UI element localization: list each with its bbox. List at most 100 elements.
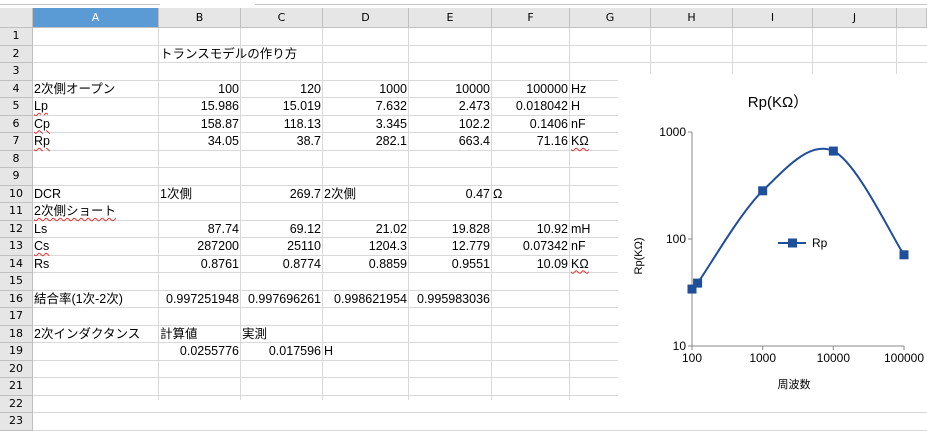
formula-bar[interactable] bbox=[255, 0, 927, 5]
select-all-corner[interactable] bbox=[0, 8, 33, 28]
cell-b19[interactable]: 0.0255776 bbox=[159, 343, 239, 360]
cell-e14[interactable]: 0.9551 bbox=[409, 256, 490, 273]
row-header-13[interactable]: 13 bbox=[0, 238, 33, 256]
cell-d16[interactable]: 0.998621954 bbox=[323, 291, 407, 308]
cell-d12[interactable]: 21.02 bbox=[323, 221, 407, 238]
row-header-20[interactable]: 20 bbox=[0, 360, 33, 378]
cell-g12[interactable]: mH bbox=[571, 221, 590, 238]
cell-b2[interactable]: トランスモデルの作り方 bbox=[160, 46, 297, 63]
cell-d4[interactable]: 1000 bbox=[323, 81, 407, 98]
cell-e13[interactable]: 12.779 bbox=[409, 238, 490, 255]
cell-b13[interactable]: 287200 bbox=[159, 238, 239, 255]
cell-e5[interactable]: 2.473 bbox=[409, 98, 490, 115]
cell-c14[interactable]: 0.8774 bbox=[241, 256, 321, 273]
row-header-21[interactable]: 21 bbox=[0, 378, 33, 396]
col-header-a[interactable]: A bbox=[33, 8, 159, 28]
cell-c6[interactable]: 118.13 bbox=[241, 116, 321, 133]
cell-b7[interactable]: 34.05 bbox=[159, 133, 239, 150]
cell-e7[interactable]: 663.4 bbox=[409, 133, 490, 150]
cell-b14[interactable]: 0.8761 bbox=[159, 256, 239, 273]
col-header-g[interactable]: G bbox=[570, 8, 651, 28]
cell-a10[interactable]: DCR bbox=[34, 186, 61, 203]
col-header-f[interactable]: F bbox=[492, 8, 570, 28]
col-header-e[interactable]: E bbox=[409, 8, 492, 28]
col-header-d[interactable]: D bbox=[323, 8, 409, 28]
cell-d19[interactable]: H bbox=[324, 343, 333, 360]
col-header-k[interactable] bbox=[897, 8, 927, 28]
cell-e10[interactable]: 0.47 bbox=[409, 186, 490, 203]
cell-d10[interactable]: 2次側 bbox=[324, 186, 356, 203]
row-header-19[interactable]: 19 bbox=[0, 343, 33, 361]
row-header-11[interactable]: 11 bbox=[0, 203, 33, 221]
row-header-10[interactable]: 10 bbox=[0, 185, 33, 203]
cell-c12[interactable]: 69.12 bbox=[241, 221, 321, 238]
cell-c7[interactable]: 38.7 bbox=[241, 133, 321, 150]
cell-f14[interactable]: 10.09 bbox=[492, 256, 568, 273]
cell-f7[interactable]: 71.16 bbox=[492, 133, 568, 150]
cell-c19[interactable]: 0.017596 bbox=[241, 343, 321, 360]
row-header-12[interactable]: 12 bbox=[0, 220, 33, 238]
col-header-j[interactable]: J bbox=[813, 8, 897, 28]
row-header-1[interactable]: 1 bbox=[0, 28, 33, 46]
cell-a6[interactable]: Cp bbox=[34, 116, 50, 133]
row-header-23[interactable]: 23 bbox=[0, 413, 33, 431]
row-header-7[interactable]: 7 bbox=[0, 133, 33, 151]
cell-a12[interactable]: Ls bbox=[34, 221, 47, 238]
cell-e12[interactable]: 19.828 bbox=[409, 221, 490, 238]
cell-c16[interactable]: 0.997696261 bbox=[241, 291, 321, 308]
cell-d6[interactable]: 3.345 bbox=[323, 116, 407, 133]
cell-b6[interactable]: 158.87 bbox=[159, 116, 239, 133]
cell-c4[interactable]: 120 bbox=[241, 81, 321, 98]
col-header-i[interactable]: I bbox=[733, 8, 813, 28]
cell-e6[interactable]: 102.2 bbox=[409, 116, 490, 133]
cell-d5[interactable]: 7.632 bbox=[323, 98, 407, 115]
row-header-16[interactable]: 16 bbox=[0, 290, 33, 308]
col-header-h[interactable]: H bbox=[651, 8, 733, 28]
cell-a5[interactable]: Lp bbox=[34, 98, 48, 115]
row-header-18[interactable]: 18 bbox=[0, 325, 33, 343]
cell-e4[interactable]: 10000 bbox=[409, 81, 490, 98]
cell-a16[interactable]: 結合率(1次-2次) bbox=[34, 291, 123, 308]
cell-b4[interactable]: 100 bbox=[159, 81, 239, 98]
row-header-9[interactable]: 9 bbox=[0, 168, 33, 186]
row-header-15[interactable]: 15 bbox=[0, 273, 33, 291]
chart-rp[interactable]: Rp(KΩ） Rp(KΩ) 周波数 100 1000 10000 100000 1000… bbox=[618, 74, 927, 400]
row-header-4[interactable]: 4 bbox=[0, 80, 33, 98]
cell-f13[interactable]: 0.07342 bbox=[492, 238, 568, 255]
cell-g6[interactable]: nF bbox=[571, 116, 586, 133]
cell-a13[interactable]: Cs bbox=[34, 238, 49, 255]
row-header-8[interactable]: 8 bbox=[0, 150, 33, 168]
cell-a7[interactable]: Rp bbox=[34, 133, 50, 150]
row-header-14[interactable]: 14 bbox=[0, 255, 33, 273]
cell-c5[interactable]: 15.019 bbox=[241, 98, 321, 115]
row-header-6[interactable]: 6 bbox=[0, 115, 33, 133]
row-header-17[interactable]: 17 bbox=[0, 308, 33, 326]
cell-f12[interactable]: 10.92 bbox=[492, 221, 568, 238]
cell-a14[interactable]: Rs bbox=[34, 256, 49, 273]
cell-a4[interactable]: 2次側オープン bbox=[34, 81, 115, 98]
cell-f6[interactable]: 0.1406 bbox=[492, 116, 568, 133]
row-header-22[interactable]: 22 bbox=[0, 395, 33, 413]
cell-f10[interactable]: Ω bbox=[493, 186, 502, 203]
cell-g14[interactable]: KΩ bbox=[571, 256, 589, 273]
cell-c13[interactable]: 25110 bbox=[241, 238, 321, 255]
row-header-2[interactable]: 2 bbox=[0, 45, 33, 63]
cell-d13[interactable]: 1204.3 bbox=[323, 238, 407, 255]
cell-g4[interactable]: Hz bbox=[571, 81, 586, 98]
cell-f4[interactable]: 100000 bbox=[492, 81, 568, 98]
cell-b12[interactable]: 87.74 bbox=[159, 221, 239, 238]
cell-c18[interactable]: 実測 bbox=[242, 326, 267, 343]
cell-f5[interactable]: 0.018042 bbox=[492, 98, 568, 115]
cell-b5[interactable]: 15.986 bbox=[159, 98, 239, 115]
cell-g7[interactable]: KΩ bbox=[571, 133, 589, 150]
col-header-b[interactable]: B bbox=[159, 8, 241, 28]
cell-d7[interactable]: 282.1 bbox=[323, 133, 407, 150]
row-header-5[interactable]: 5 bbox=[0, 98, 33, 116]
cell-c10[interactable]: 269.7 bbox=[241, 186, 321, 203]
cell-d14[interactable]: 0.8859 bbox=[323, 256, 407, 273]
cell-b10[interactable]: 1次側 bbox=[160, 186, 192, 203]
cell-b16[interactable]: 0.997251948 bbox=[159, 291, 239, 308]
cell-g5[interactable]: H bbox=[571, 98, 580, 115]
col-header-c[interactable]: C bbox=[241, 8, 323, 28]
cell-e16[interactable]: 0.995983036 bbox=[409, 291, 490, 308]
